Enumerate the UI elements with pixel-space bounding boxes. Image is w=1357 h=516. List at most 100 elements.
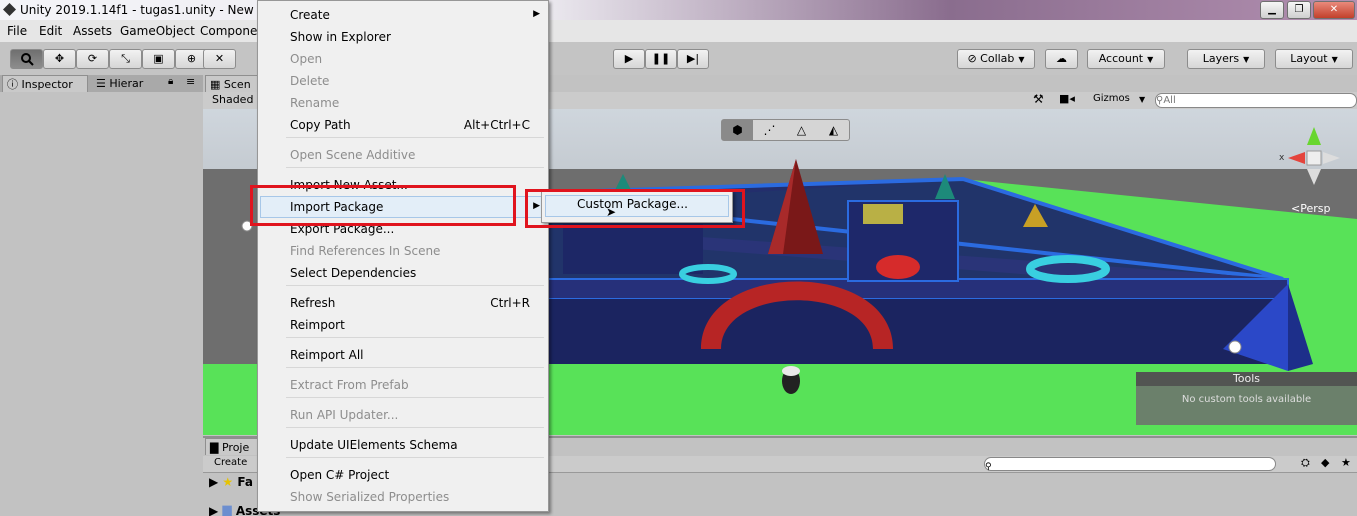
tools-overlay: Tools No custom tools available xyxy=(1136,372,1357,425)
minimize-button[interactable]: ▁ xyxy=(1260,1,1284,19)
menu-item-find-references-in-scene[interactable]: Find References In Scene xyxy=(290,241,440,261)
account-label: Account xyxy=(1098,52,1144,65)
cube-icon[interactable]: ⬢ xyxy=(722,120,753,140)
layers-label: Layers xyxy=(1202,52,1240,65)
pause-icon: ❚❚ xyxy=(651,52,671,65)
camera-icon[interactable]: ■◂ xyxy=(1059,92,1075,105)
tools-message: No custom tools available xyxy=(1181,394,1312,405)
list-icon: ☰ xyxy=(96,77,110,90)
main-toolbar: ✥ ⟳ ⤡ ▣ ⊕ ✕ ▶ ❚❚ ▶| ⊘ Collab ▼ ☁ Account ▼… xyxy=(0,42,1357,76)
menu-separator xyxy=(286,367,544,368)
move-tool-button[interactable]: ✥ xyxy=(43,49,76,69)
menu-item-extract-from-prefab[interactable]: Extract From Prefab xyxy=(290,375,409,395)
transform-icon: ⊕ xyxy=(186,52,197,65)
menu-item-reimport-all[interactable]: Reimport All xyxy=(290,345,364,365)
scale-icon: ⤡ xyxy=(121,52,130,65)
layout-dropdown[interactable]: Layout ▼ xyxy=(1275,49,1353,69)
menu-item-reimport[interactable]: Reimport xyxy=(290,315,345,335)
face-icon[interactable]: ◭ xyxy=(818,120,849,140)
favorites-row[interactable]: ▶ ★ Fa xyxy=(209,475,253,489)
vertex-icon[interactable]: ⋰ xyxy=(754,120,785,140)
tab-hierarchy-label: Hierar xyxy=(109,77,144,90)
persp-label[interactable]: <Persp xyxy=(1291,202,1330,215)
star-icon: ★ xyxy=(222,475,234,489)
scene-search-input[interactable]: ⚲All xyxy=(1155,93,1357,108)
inspector-panel: ⓘ Inspector ☰ Hierar 🔒︎ ≡ xyxy=(0,75,203,514)
menu-edit[interactable]: Edit xyxy=(39,24,62,38)
step-icon: ▶| xyxy=(686,52,700,65)
play-button[interactable]: ▶ xyxy=(613,49,645,69)
menu-item-copy-path[interactable]: Copy Path xyxy=(290,115,351,135)
cloud-icon: ☁ xyxy=(1056,52,1067,65)
collab-icon: ⊘ xyxy=(967,52,981,65)
menu-separator xyxy=(286,397,544,398)
close-button[interactable]: ✕ xyxy=(1313,1,1355,19)
tab-hierarchy[interactable]: ☰ Hierar xyxy=(92,75,172,92)
title-bar: Unity 2019.1.14f1 - tugas1.unity - New U… xyxy=(0,0,1357,20)
maximize-button[interactable]: ❐ xyxy=(1287,1,1311,19)
chevron-down-icon: ▼ xyxy=(1147,55,1154,64)
folder-icon: ▇ xyxy=(210,441,222,454)
tab-project-label: Proje xyxy=(221,441,250,454)
collab-label: Collab xyxy=(980,52,1015,65)
menu-item-create[interactable]: Create xyxy=(290,5,330,25)
menu-item-update-uielements-schema[interactable]: Update UIElements Schema xyxy=(290,435,458,455)
gizmos-dropdown[interactable]: Gizmos xyxy=(1093,93,1130,104)
tab-project[interactable]: ▇ Proje xyxy=(205,438,259,455)
tab-inspector[interactable]: ⓘ Inspector xyxy=(2,75,88,92)
rect-tool-button[interactable]: ▣ xyxy=(142,49,175,69)
menu-item-open-scene-additive[interactable]: Open Scene Additive xyxy=(290,145,415,165)
menu-item-open[interactable]: Open xyxy=(290,49,322,69)
menu-separator xyxy=(286,167,544,168)
star-icon[interactable]: ★ xyxy=(1341,456,1351,469)
menu-assets[interactable]: Assets xyxy=(73,24,112,38)
step-button[interactable]: ▶| xyxy=(677,49,709,69)
tools-icon[interactable]: ⚒ xyxy=(1033,92,1044,106)
create-dropdown[interactable]: Create xyxy=(214,457,247,468)
menu-gameobject[interactable]: GameObject xyxy=(120,24,195,38)
menu-item-select-dependencies[interactable]: Select Dependencies xyxy=(290,263,416,283)
rotate-tool-button[interactable]: ⟳ xyxy=(76,49,109,69)
inspector-tabbar: ⓘ Inspector ☰ Hierar 🔒︎ ≡ xyxy=(0,75,203,92)
menu-file[interactable]: File xyxy=(7,24,27,38)
menu-bar: File Edit Assets GameObject Componen xyxy=(0,20,1357,42)
chevron-down-icon: ▼ xyxy=(1139,95,1146,104)
edge-icon[interactable]: △ xyxy=(786,120,817,140)
shading-mode-dropdown[interactable]: Shaded xyxy=(212,93,253,106)
layout-label: Layout xyxy=(1290,52,1328,65)
tab-scene[interactable]: ▦ Scen xyxy=(205,75,265,92)
layers-dropdown[interactable]: Layers ▼ xyxy=(1187,49,1265,69)
project-search-input[interactable]: ⚲ xyxy=(984,457,1276,472)
menu-shortcut-copy-path: Alt+Ctrl+C xyxy=(463,118,530,132)
menu-item-show-in-explorer[interactable]: Show in Explorer xyxy=(290,27,391,47)
menu-item-open-c-project[interactable]: Open C# Project xyxy=(290,465,389,485)
highlight-custom-package xyxy=(525,189,745,228)
filter-type-icon[interactable]: ⛭ xyxy=(1301,456,1310,470)
cloud-button[interactable]: ☁ xyxy=(1045,49,1078,69)
tools-icon: ✕ xyxy=(214,52,225,65)
expand-arrow-icon: ▶ xyxy=(209,504,223,516)
context-menu: Create ▶ Show in Explorer Open Delete Rename C… xyxy=(257,0,549,512)
pause-button[interactable]: ❚❚ xyxy=(645,49,677,69)
hand-tool-button[interactable] xyxy=(10,49,43,69)
menu-separator xyxy=(286,457,544,458)
custom-tool-button[interactable]: ✕ xyxy=(203,49,236,69)
expand-arrow-icon: ▶ xyxy=(209,475,223,489)
menu-item-delete[interactable]: Delete xyxy=(290,71,329,91)
menu-item-run-api-updater[interactable]: Run API Updater... xyxy=(290,405,398,425)
menu-separator xyxy=(286,337,544,338)
rect-icon: ▣ xyxy=(153,52,164,65)
red-sphere xyxy=(876,255,920,279)
filter-label-icon[interactable]: ◆ xyxy=(1321,456,1329,469)
menu-icon[interactable]: ≡ xyxy=(186,75,195,88)
grid-icon: ▦ xyxy=(210,78,224,91)
scale-tool-button[interactable]: ⤡ xyxy=(109,49,142,69)
menu-item-show-serialized-properties[interactable]: Show Serialized Properties xyxy=(290,487,449,507)
account-dropdown[interactable]: Account ▼ xyxy=(1087,49,1165,69)
menu-item-refresh[interactable]: Refresh xyxy=(290,293,335,313)
rotate-icon: ⟳ xyxy=(87,52,98,65)
lock-icon[interactable]: 🔒︎ xyxy=(168,76,173,87)
menu-item-rename[interactable]: Rename xyxy=(290,93,339,113)
menu-component[interactable]: Componen xyxy=(200,24,265,38)
collab-dropdown[interactable]: ⊘ Collab ▼ xyxy=(957,49,1035,69)
